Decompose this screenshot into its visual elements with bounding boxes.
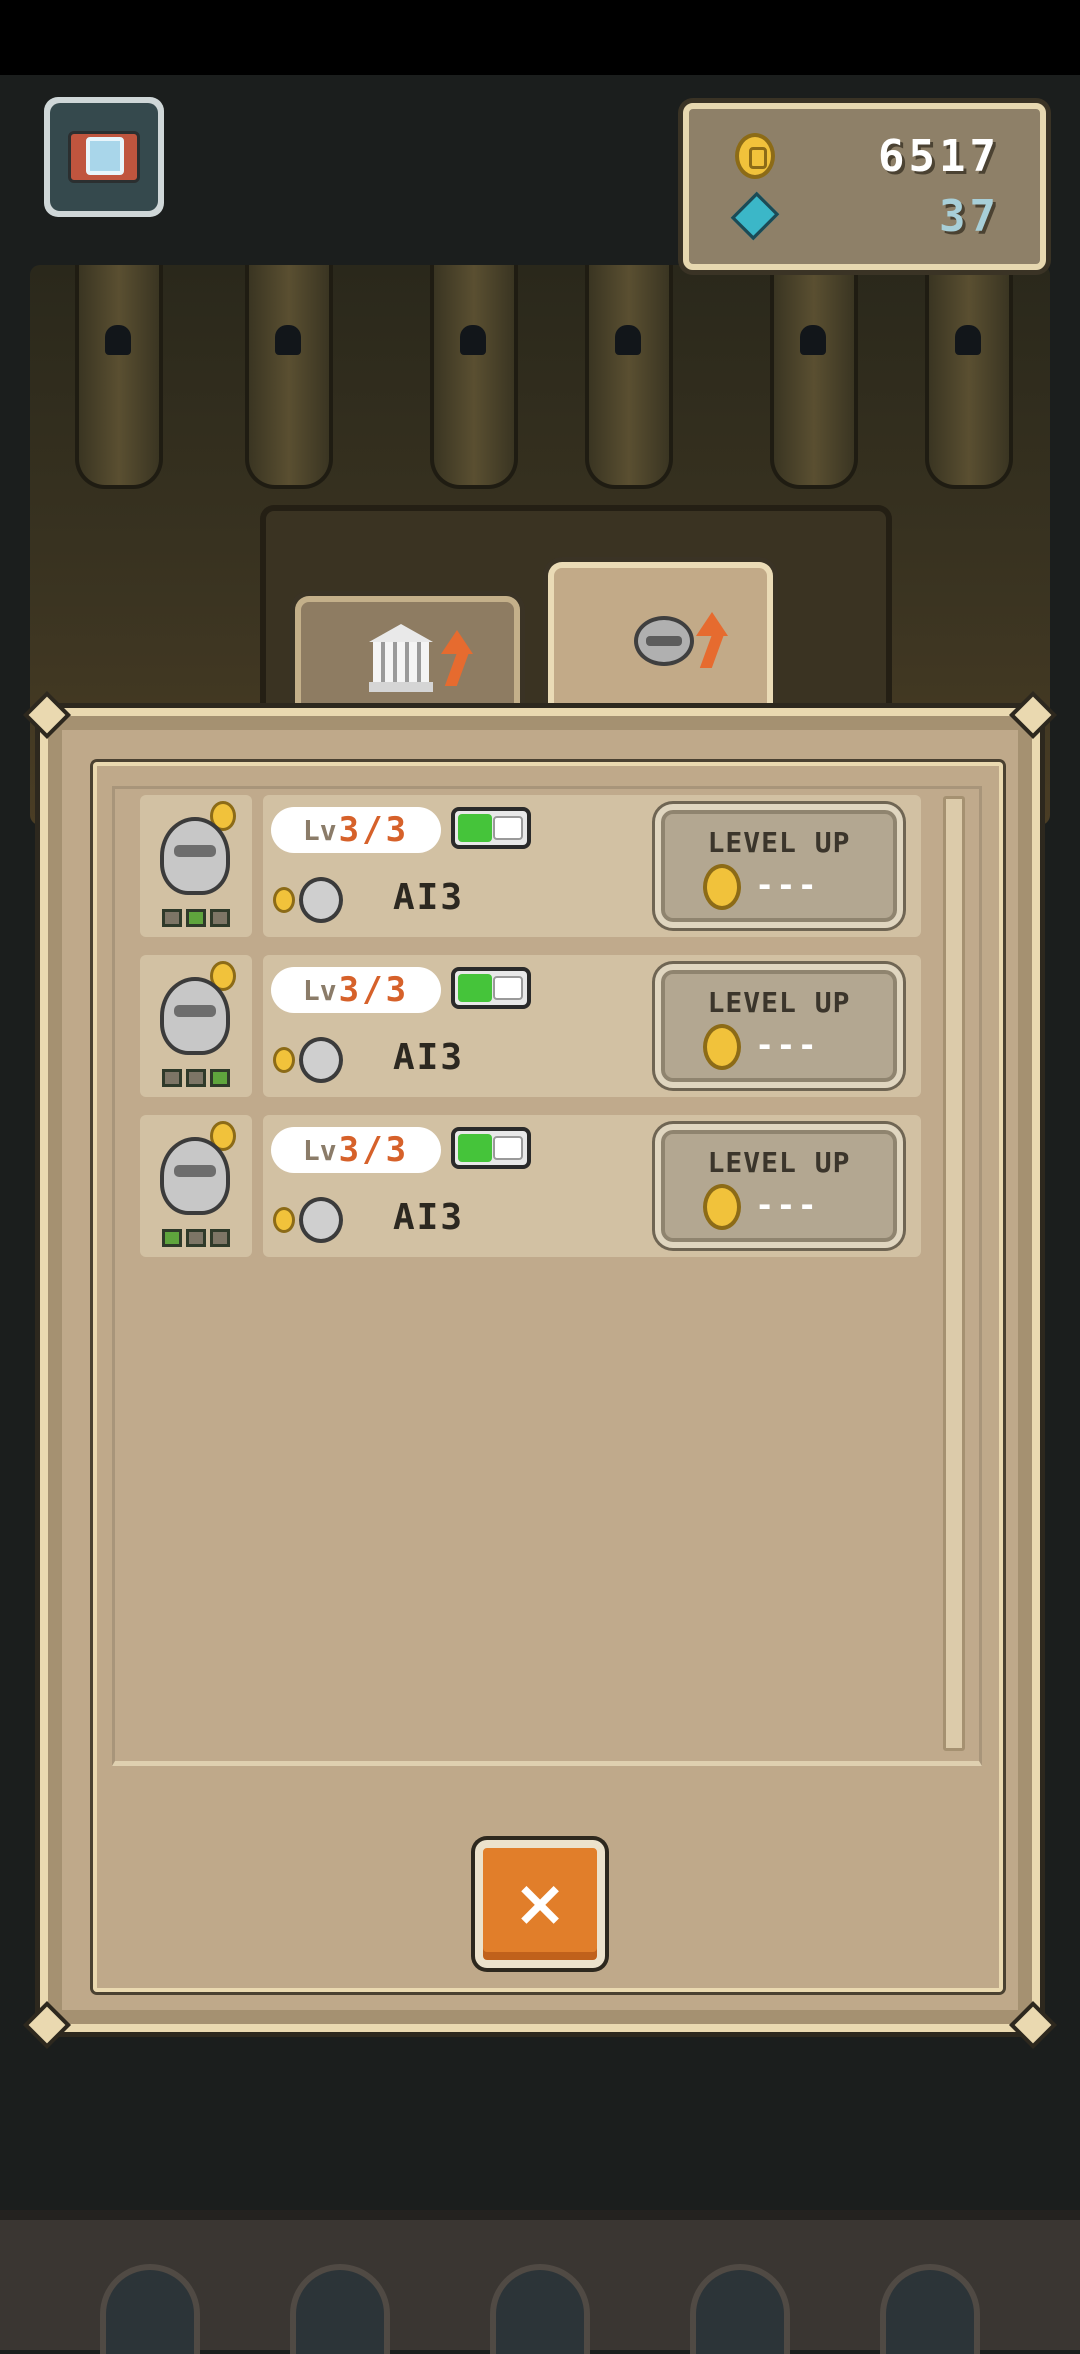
level-badge: Lv 3/3 <box>271 1127 441 1173</box>
pillar <box>430 265 518 489</box>
robot-icon <box>160 817 230 895</box>
camera-icon <box>50 103 158 211</box>
camera-button[interactable] <box>44 97 164 217</box>
coin-icon <box>703 1184 741 1230</box>
level-badge: Lv 3/3 <box>271 807 441 853</box>
level-up-label: LEVEL UP <box>707 826 851 859</box>
gold-coin-icon <box>735 133 775 179</box>
window <box>690 2264 790 2354</box>
level-badge: Lv 3/3 <box>271 967 441 1013</box>
robot-portrait <box>140 955 252 1097</box>
robot-toggle[interactable] <box>451 807 531 849</box>
window <box>290 2264 390 2354</box>
robot-status-leds <box>162 909 230 927</box>
pillar <box>75 265 163 489</box>
gold-amount: 6517 <box>878 131 1000 182</box>
ai-level: AI3 <box>393 1197 465 1238</box>
ai-icon <box>273 1035 345 1083</box>
currency-panel: 6517 37 <box>683 103 1046 270</box>
level-value: 3/3 <box>338 1130 410 1170</box>
level-prefix: Lv <box>302 973 337 1007</box>
coin-icon <box>703 1024 741 1070</box>
window <box>880 2264 980 2354</box>
coin-icon <box>703 864 741 910</box>
level-prefix: Lv <box>302 1133 337 1167</box>
building-strip <box>0 2210 1080 2354</box>
tab-building-upgrade[interactable] <box>295 596 520 708</box>
scrollbar[interactable] <box>943 796 965 1751</box>
ai-icon <box>273 1195 345 1243</box>
led <box>162 1069 182 1087</box>
robot-portrait <box>140 1115 252 1257</box>
level-up-cost: --- <box>755 1026 819 1064</box>
level-up-cost: --- <box>755 866 819 904</box>
level-up-label: LEVEL UP <box>707 1146 851 1179</box>
pillar <box>585 265 673 489</box>
gem-amount: 37 <box>939 191 1000 242</box>
level-up-button[interactable]: LEVEL UP --- <box>655 1124 903 1248</box>
robot-status-leds <box>162 1069 230 1087</box>
level-up-button[interactable]: LEVEL UP --- <box>655 804 903 928</box>
robot-toggle[interactable] <box>451 967 531 1009</box>
led <box>186 1229 206 1247</box>
robot-toggle[interactable] <box>451 1127 531 1169</box>
tab-robot-upgrade[interactable] <box>548 562 773 708</box>
led <box>210 1069 230 1087</box>
robot-icon <box>160 1137 230 1215</box>
pillar <box>770 265 858 489</box>
robot-portrait <box>140 795 252 937</box>
led <box>210 909 230 927</box>
led <box>186 909 206 927</box>
pillar <box>925 265 1013 489</box>
level-up-button[interactable]: LEVEL UP --- <box>655 964 903 1088</box>
status-bar <box>0 0 1080 75</box>
upgrade-arrow-icon <box>441 630 473 654</box>
ai-level: AI3 <box>393 1037 465 1078</box>
gem-icon <box>730 191 780 241</box>
led <box>186 1069 206 1087</box>
close-icon: × <box>513 1867 567 1941</box>
level-prefix: Lv <box>302 813 337 847</box>
ai-icon <box>273 875 345 923</box>
building-icon <box>369 624 433 694</box>
window <box>490 2264 590 2354</box>
robot-status-leds <box>162 1229 230 1247</box>
level-value: 3/3 <box>338 970 410 1010</box>
led <box>210 1229 230 1247</box>
led <box>162 1229 182 1247</box>
robot-icon <box>634 616 694 666</box>
level-up-cost: --- <box>755 1186 819 1224</box>
window <box>100 2264 200 2354</box>
level-up-label: LEVEL UP <box>707 986 851 1019</box>
level-value: 3/3 <box>338 810 410 850</box>
ai-level: AI3 <box>393 877 465 918</box>
robot-icon <box>160 977 230 1055</box>
close-button[interactable]: × <box>475 1840 605 1968</box>
upgrade-arrow-icon <box>696 612 728 636</box>
led <box>162 909 182 927</box>
pillar <box>245 265 333 489</box>
